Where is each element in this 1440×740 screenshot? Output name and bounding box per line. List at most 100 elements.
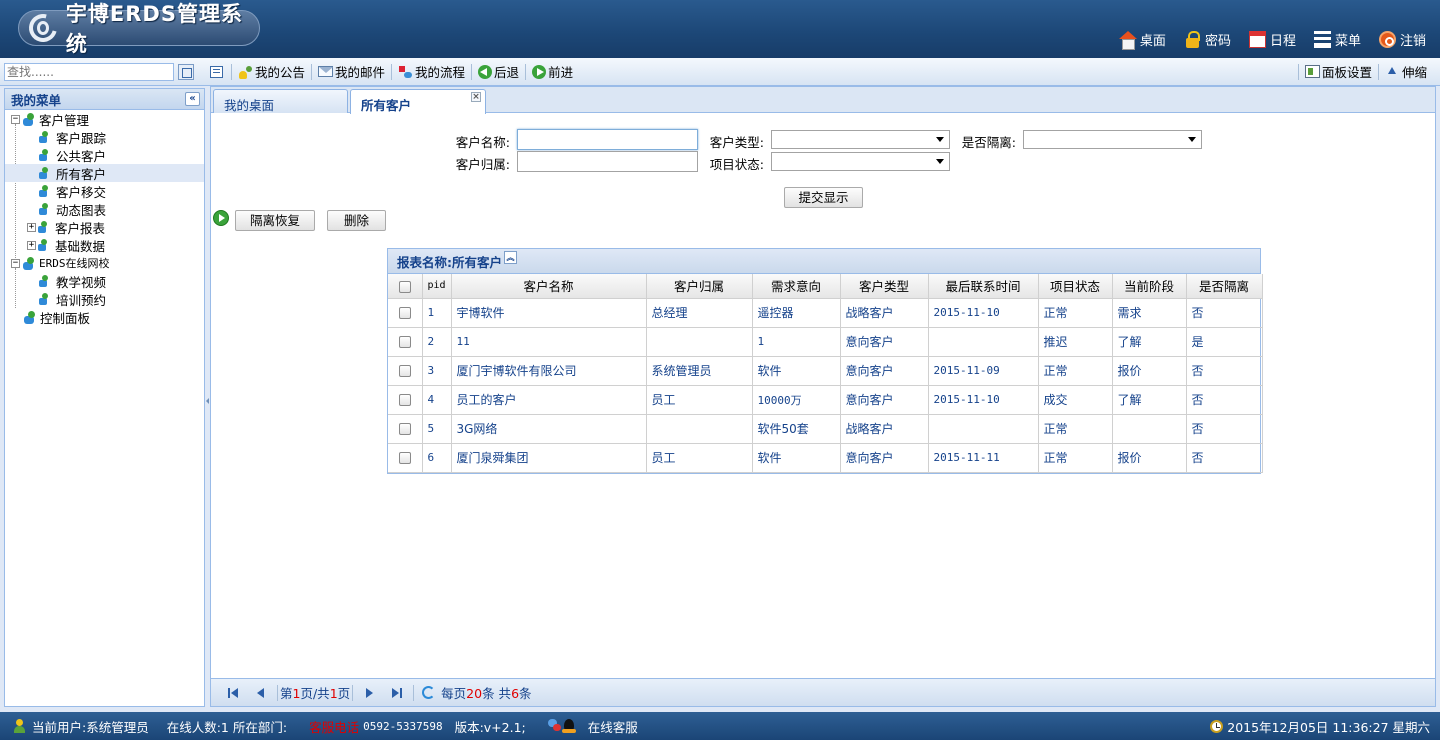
total-records: 6 (511, 686, 520, 701)
refresh-icon[interactable] (422, 686, 436, 699)
table-row[interactable]: 1 宇博软件 总经理 遥控器 战略客户 2015-11-10 正常 需求 否 (388, 298, 1263, 328)
my-notice-button[interactable]: 我的公告 (233, 62, 310, 82)
row-checkbox[interactable] (398, 307, 411, 319)
table-cell[interactable]: 厦门宇博软件有限公司 (451, 356, 647, 386)
nav-menu-button[interactable]: 菜单 (1313, 30, 1361, 49)
table-cell: 是 (1186, 327, 1263, 357)
column-header[interactable]: 需求意向 (752, 274, 841, 299)
qq-icon[interactable] (561, 719, 576, 733)
table-row[interactable]: 5 3G网络 软件50套 战略客户 正常 否 (388, 414, 1263, 444)
tree-toggle-icon[interactable]: − (11, 258, 20, 268)
back-button[interactable]: 后退 (473, 62, 524, 82)
nav-logout-button[interactable]: 注销 (1378, 30, 1426, 49)
panel-settings-button[interactable]: 面板设置 (1300, 62, 1377, 82)
table-cell[interactable]: 11 (451, 327, 647, 357)
back-icon (478, 64, 493, 79)
isolated-select[interactable] (1023, 130, 1202, 149)
sidebar-collapse-button[interactable]: « (185, 92, 200, 106)
nav-schedule-button[interactable]: 日程 (1248, 30, 1296, 49)
project-status-select[interactable] (771, 152, 950, 171)
tree-item-all-customers[interactable]: 所有客户 (5, 164, 204, 182)
column-header[interactable]: 项目状态 (1038, 274, 1113, 299)
table-cell: 报价 (1112, 443, 1187, 473)
column-header[interactable]: 客户类型 (840, 274, 929, 299)
table-row[interactable]: 4 员工的客户 员工 10000万 意向客户 2015-11-10 成交 了解 … (388, 385, 1263, 415)
row-checkbox[interactable] (398, 423, 411, 435)
table-row[interactable]: 3 厦门宇博软件有限公司 系统管理员 软件 意向客户 2015-11-09 正常… (388, 356, 1263, 386)
tree-toggle-icon[interactable]: + (27, 240, 36, 250)
tree-item-teaching-videos[interactable]: 教学视频 (5, 272, 204, 290)
table-cell: 正常 (1038, 356, 1113, 386)
column-header[interactable]: 最后联系时间 (928, 274, 1039, 299)
nav-desktop-button[interactable]: 桌面 (1118, 30, 1166, 50)
row-checkbox[interactable] (398, 365, 411, 377)
search-input[interactable] (4, 62, 174, 81)
table-cell: 成交 (1038, 385, 1113, 415)
table-cell: 意向客户 (840, 385, 929, 415)
table-header-row: pid 客户名称 客户归属 需求意向 客户类型 最后联系时间 项目状态 当前阶段… (388, 274, 1263, 299)
tree-item-label: 公共客户 (56, 148, 107, 164)
row-checkbox[interactable] (398, 452, 411, 464)
tree-item-training-booking[interactable]: 培训预约 (5, 290, 204, 308)
customer-owner-input[interactable] (517, 151, 698, 172)
my-mail-button[interactable]: 我的邮件 (313, 62, 390, 82)
prev-page-icon[interactable] (253, 685, 269, 701)
column-header[interactable]: 是否隔离 (1186, 274, 1263, 299)
table-cell: 否 (1186, 443, 1263, 473)
table-cell[interactable]: 厦门泉舜集团 (451, 443, 647, 473)
column-header[interactable]: pid (422, 274, 452, 299)
table-cell: 软件50套 (752, 414, 841, 444)
go-arrow-icon (213, 210, 229, 226)
isolation-restore-button[interactable]: 隔离恢复 (235, 210, 315, 231)
search-button-icon[interactable] (178, 63, 194, 80)
column-header[interactable]: 当前阶段 (1112, 274, 1187, 299)
tab-all-customers[interactable]: 所有客户 × (350, 89, 486, 114)
tab-close-icon[interactable]: × (471, 92, 481, 102)
next-page-icon[interactable] (361, 685, 377, 701)
tree-item-public-customers[interactable]: 公共客户 (5, 146, 204, 164)
table-row[interactable]: 6 厦门泉舜集团 员工 软件 意向客户 2015-11-11 正常 报价 否 (388, 443, 1263, 473)
tree-node-label: 客户报表 (55, 220, 106, 236)
leaf-node-icon (39, 148, 49, 162)
tree-item-customer-tracking[interactable]: 客户跟踪 (5, 128, 204, 146)
tree-node-customer-reports[interactable]: + 客户报表 (5, 218, 204, 236)
tree-item-customer-transfer[interactable]: 客户移交 (5, 182, 204, 200)
table-cell[interactable]: 3G网络 (451, 414, 647, 444)
column-header[interactable]: 客户名称 (451, 274, 647, 299)
customer-name-input[interactable] (517, 129, 698, 150)
folder-node-icon (22, 256, 35, 270)
nav-menu-label: 菜单 (1334, 34, 1361, 49)
tree-toggle-icon[interactable]: − (11, 114, 20, 124)
table-cell[interactable]: 员工的客户 (451, 385, 647, 415)
tree-node-online-school[interactable]: − ERDS在线网校 (5, 254, 204, 272)
my-workflow-button[interactable]: 我的流程 (393, 62, 470, 82)
chevron-down-icon (1188, 137, 1196, 142)
row-checkbox[interactable] (398, 394, 411, 406)
tree-node-basic-data[interactable]: + 基础数据 (5, 236, 204, 254)
tree-item-dynamic-charts[interactable]: 动态图表 (5, 200, 204, 218)
online-service-link[interactable]: 在线客服 (588, 717, 638, 736)
last-page-icon[interactable] (389, 685, 405, 701)
column-header[interactable]: 客户归属 (646, 274, 753, 299)
select-all-checkbox[interactable] (398, 280, 411, 293)
forward-button[interactable]: 前进 (527, 62, 578, 82)
collapse-layout-button[interactable]: 伸缩 (1380, 62, 1432, 82)
nav-password-button[interactable]: 密码 (1184, 30, 1231, 49)
tab-my-desktop[interactable]: 我的桌面 (213, 89, 348, 113)
table-cell[interactable]: 宇博软件 (451, 298, 647, 328)
tree-toggle-icon[interactable]: + (27, 222, 36, 232)
table-row[interactable]: 2 11 1 意向客户 推迟 了解 是 (388, 327, 1263, 357)
toolbar-divider (1297, 63, 1299, 80)
toolbar-list-button[interactable] (205, 62, 230, 82)
submit-display-button[interactable]: 提交显示 (784, 187, 863, 208)
chevron-up-icon[interactable]: ︽ (504, 250, 517, 264)
tree-node-customer-management[interactable]: − 客户管理 (5, 110, 204, 128)
per-page-value: 20 (466, 686, 483, 701)
row-checkbox[interactable] (398, 336, 411, 348)
delete-button[interactable]: 删除 (327, 210, 386, 231)
search-bar (0, 62, 205, 81)
leaf-node-icon (39, 130, 49, 144)
customer-type-select[interactable] (771, 130, 950, 149)
tree-node-control-panel[interactable]: 控制面板 (5, 308, 204, 326)
first-page-icon[interactable] (225, 685, 241, 701)
